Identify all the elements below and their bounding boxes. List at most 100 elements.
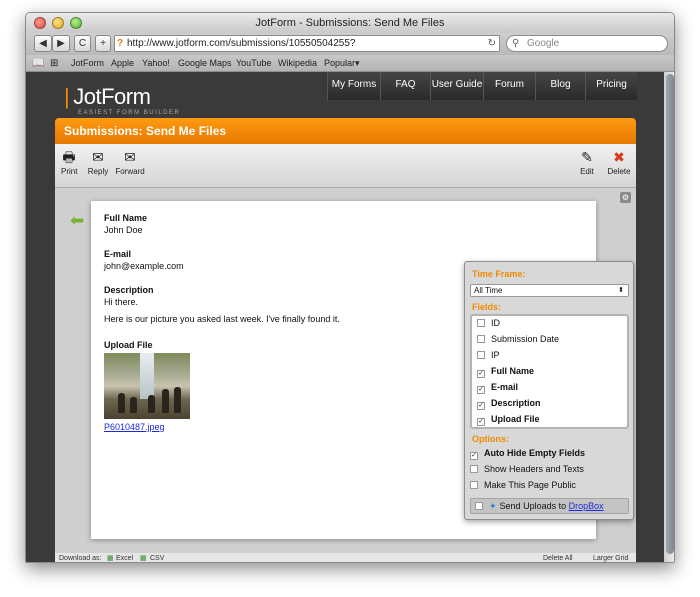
field-option[interactable]: ID: [477, 317, 500, 331]
person-shape: [162, 389, 169, 413]
bookmark-yahoo[interactable]: Yahoo!: [142, 55, 170, 72]
larger-grid-button[interactable]: Larger Grid: [593, 553, 628, 562]
logo-text: JotForm: [73, 84, 151, 109]
view-checkbox[interactable]: ✓: [470, 452, 478, 460]
printer-icon: 🖶: [62, 149, 76, 165]
uploaded-file-link[interactable]: P6010487.jpeg: [104, 422, 165, 432]
forward-button[interactable]: ✉ Forward: [114, 150, 146, 176]
field-checkbox[interactable]: ✓: [477, 386, 485, 394]
send-uploads-text: Send Uploads to: [499, 501, 569, 511]
zoom-window-button[interactable]: [70, 17, 82, 29]
time-frame-select[interactable]: All Time ⬍: [470, 284, 629, 297]
time-frame-label: Time Frame:: [472, 269, 526, 279]
vertical-scrollbar[interactable]: [664, 72, 674, 562]
url-bar[interactable]: ? http://www.jotform.com/submissions/105…: [114, 35, 500, 52]
dropbox-link[interactable]: DropBox: [569, 501, 604, 511]
description-field: Description Hi there. Here is our pictur…: [104, 284, 340, 325]
add-bookmark-button[interactable]: +: [95, 35, 111, 52]
field-option[interactable]: ✓ Upload File: [477, 413, 540, 427]
bookmark-google-maps[interactable]: Google Maps: [178, 55, 232, 72]
view-option[interactable]: ✓ Auto Hide Empty Fields: [470, 447, 585, 461]
nav-pricing[interactable]: Pricing: [585, 72, 637, 100]
field-option[interactable]: IP: [477, 349, 500, 363]
forward-button[interactable]: ▶: [52, 35, 70, 52]
jotform-logo[interactable]: | JotForm EASIEST FORM BUILDER: [64, 84, 179, 116]
bookmark-apple[interactable]: Apple: [111, 55, 134, 72]
waterfall-shape: [140, 353, 154, 399]
back-arrow-icon[interactable]: ⬅: [70, 212, 84, 229]
bookmark-popular-menu[interactable]: Popular▾: [324, 55, 360, 72]
field-checkbox[interactable]: ✓: [477, 418, 485, 426]
field-checkbox[interactable]: ✓: [477, 370, 485, 378]
delete-button[interactable]: ✖ Delete: [606, 150, 632, 176]
scrollbar-thumb[interactable]: [666, 74, 674, 554]
print-button[interactable]: 🖶 Print: [61, 150, 77, 176]
dropbox-checkbox[interactable]: [475, 502, 483, 510]
csv-icon: ▦: [140, 555, 147, 562]
top-navigation: My Forms FAQ User Guide Forum Blog Prici…: [327, 72, 637, 100]
full-name-label: Full Name: [104, 213, 148, 223]
field-checkbox[interactable]: [477, 319, 485, 327]
email-value: john@example.com: [104, 261, 184, 271]
nav-blog[interactable]: Blog: [535, 72, 585, 100]
refresh-icon[interactable]: ↻: [488, 36, 496, 51]
field-option-label: Upload File: [491, 414, 540, 424]
nav-my-forms[interactable]: My Forms: [327, 72, 380, 100]
top-sites-grid-icon[interactable]: ⊞: [50, 55, 58, 72]
delete-all-button[interactable]: Delete All: [543, 553, 573, 562]
description-line-1: Hi there.: [104, 297, 139, 307]
reply-label: Reply: [87, 167, 109, 176]
person-shape: [118, 393, 125, 413]
reload-stop-button[interactable]: C: [74, 35, 91, 52]
field-checkbox[interactable]: ✓: [477, 402, 485, 410]
download-as-label: Download as:: [59, 555, 102, 562]
settings-gear-icon[interactable]: ⚙: [620, 192, 631, 203]
email-label: E-mail: [104, 249, 132, 259]
nav-user-guide[interactable]: User Guide: [430, 72, 483, 100]
field-checkbox[interactable]: [477, 335, 485, 343]
search-placeholder: Google: [527, 38, 560, 49]
forward-mail-icon: ✉: [124, 149, 136, 165]
bookmark-youtube[interactable]: YouTube: [236, 55, 271, 72]
fields-label: Fields:: [472, 302, 502, 312]
action-toolbar: 🖶 Print ✉ Reply ✉ Forward ✎ Edit ✖ Delet…: [55, 144, 636, 188]
view-checkbox[interactable]: [470, 465, 478, 473]
bookmark-wikipedia[interactable]: Wikipedia: [278, 55, 317, 72]
person-shape: [130, 397, 137, 413]
window-title: JotForm - Submissions: Send Me Files: [255, 17, 445, 29]
page-content: | JotForm EASIEST FORM BUILDER My Forms F…: [26, 72, 664, 562]
view-settings-popup: Time Frame: All Time ⬍ Fields: ID Submiss…: [464, 261, 634, 520]
bottom-bar: Download as: ▦ Excel ▦ CSV Delete All La…: [55, 553, 636, 562]
favicon-icon: ?: [117, 38, 124, 49]
edit-button[interactable]: ✎ Edit: [577, 150, 597, 176]
close-window-button[interactable]: [34, 17, 46, 29]
download-excel-link[interactable]: Excel: [116, 553, 133, 562]
send-uploads-dropbox-option[interactable]: ✦ Send Uploads to DropBox: [470, 498, 629, 514]
search-field[interactable]: ⚲ Google: [506, 35, 668, 52]
browser-toolbar: ◀ ▶ C + ? http://www.jotform.com/submiss…: [26, 33, 674, 55]
minimize-window-button[interactable]: [52, 17, 64, 29]
bookmarks-book-icon[interactable]: 📖: [32, 55, 44, 72]
field-option-label: Full Name: [491, 366, 535, 376]
field-option-label: E-mail: [491, 382, 519, 392]
uploaded-photo-thumbnail[interactable]: [104, 353, 190, 419]
nav-forum[interactable]: Forum: [483, 72, 535, 100]
view-checkbox[interactable]: [470, 481, 478, 489]
pencil-icon: ✎: [581, 149, 593, 165]
options-label: Options:: [472, 434, 509, 444]
nav-faq[interactable]: FAQ: [380, 72, 430, 100]
view-option[interactable]: Make This Page Public: [470, 479, 576, 493]
field-option[interactable]: Submission Date: [477, 333, 559, 347]
logo-tagline: EASIEST FORM BUILDER: [78, 110, 181, 116]
back-button[interactable]: ◀: [34, 35, 52, 52]
bookmark-jotform[interactable]: JotForm: [71, 55, 104, 72]
download-csv-link[interactable]: CSV: [150, 553, 164, 562]
field-option[interactable]: ✓ Description: [477, 397, 541, 411]
field-option[interactable]: ✓ Full Name: [477, 365, 534, 379]
view-option[interactable]: Show Headers and Texts: [470, 463, 584, 477]
description-line-2: Here is our picture you asked last week.…: [104, 314, 340, 324]
reply-button[interactable]: ✉ Reply: [87, 150, 109, 176]
field-option[interactable]: ✓ E-mail: [477, 381, 518, 395]
field-checkbox[interactable]: [477, 351, 485, 359]
excel-icon: ▦: [107, 555, 114, 562]
